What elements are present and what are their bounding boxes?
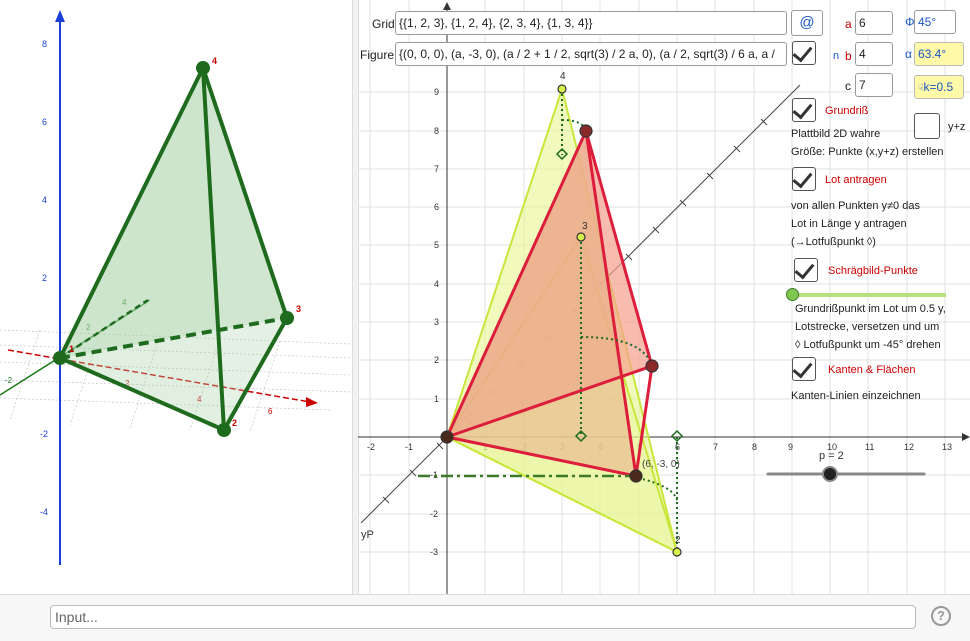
y-axis-tick: 3 xyxy=(434,317,439,327)
y-tick: -2 xyxy=(5,376,13,385)
vertex-label: 4 xyxy=(212,56,217,66)
param-b-input[interactable]: 4 xyxy=(855,42,893,66)
param-b-label: b xyxy=(845,49,852,63)
z-tick: 2 xyxy=(42,273,47,283)
checkmark-icon xyxy=(792,357,813,379)
input-bar-area: Input... ? xyxy=(0,594,970,641)
x-axis-tick: 8 xyxy=(752,442,757,452)
point-label: 2 xyxy=(675,535,681,546)
param-c-label: c xyxy=(845,79,851,93)
k-value: k=0.5 xyxy=(923,80,954,94)
param-c-input[interactable]: 7 xyxy=(855,73,893,97)
grid-input[interactable]: {{1, 2, 3}, {1, 2, 4}, {2, 3, 4}, {1, 3,… xyxy=(395,11,787,35)
x-axis-tick: 13 xyxy=(942,442,952,452)
y-axis-tick: -2 xyxy=(430,509,438,519)
x-axis-tick: 9 xyxy=(788,442,793,452)
x-axis-tick: 7 xyxy=(713,442,718,452)
graphics-3d-view[interactable]: 8 6 4 2 -2 -4 2 4 6 -2 2 4 1 4 3 2 xyxy=(0,0,352,594)
point-label: 4 xyxy=(560,71,566,82)
checkbox-n[interactable] xyxy=(792,41,816,65)
x-axis-tick: 11 xyxy=(865,442,874,452)
checkbox-yz[interactable] xyxy=(914,113,940,139)
figure-input[interactable]: {(0, 0, 0), (a, -3, 0), (a / 2 + 1 / 2, … xyxy=(395,42,787,66)
yz-label: y+z xyxy=(948,121,966,133)
vertex-label: 3 xyxy=(296,304,301,314)
y-axis-tick: 6 xyxy=(434,202,439,212)
axis-label-yp: yP xyxy=(361,529,374,541)
x-tick: 6 xyxy=(268,407,273,416)
grundriss-desc: Plattbild 2D wahre xyxy=(791,128,881,140)
x-axis-tick: 12 xyxy=(904,442,914,452)
help-icon[interactable]: ? xyxy=(931,606,951,626)
y-axis-tick: -3 xyxy=(430,547,438,557)
lot-desc: (→Lotfußpunkt ◊) xyxy=(791,236,876,248)
schraegbild-label: Schrägbild-Punkte xyxy=(828,265,918,277)
schraegbild-slider[interactable] xyxy=(792,293,946,297)
vertex-label: 2 xyxy=(232,418,237,428)
point-label: (6, -3, 0) xyxy=(642,459,680,470)
param-a-label: a xyxy=(845,17,852,31)
checkmark-icon xyxy=(792,167,813,189)
alpha-label: α xyxy=(905,47,912,61)
k-input[interactable]: ☟k=0.5 xyxy=(914,75,964,99)
z-tick: 8 xyxy=(42,39,47,49)
z-tick: 4 xyxy=(42,195,47,205)
schraeg-desc: Grundrißpunkt im Lot um 0.5 y, xyxy=(795,303,946,315)
slider-p-knob[interactable] xyxy=(822,466,838,482)
lot-desc: von allen Punkten y≠0 das xyxy=(791,200,920,212)
tetra-face xyxy=(60,68,224,430)
kanten-label: Kanten & Flächen xyxy=(828,364,916,376)
phi-input[interactable]: 45° xyxy=(914,10,956,34)
y-axis-tick: 2 xyxy=(434,355,439,365)
checkbox-grundriss[interactable] xyxy=(792,98,816,122)
vertex-label: 1 xyxy=(69,344,74,354)
schraeg-desc: Lotstrecke, versetzen und um xyxy=(795,321,940,333)
y-axis-tick: 1 xyxy=(434,394,439,404)
checkbox-kanten[interactable] xyxy=(792,357,816,381)
checkmark-icon xyxy=(792,41,813,63)
checkbox-lot[interactable] xyxy=(792,167,816,191)
checkmark-icon xyxy=(794,258,815,280)
algebra-input[interactable]: Input... xyxy=(50,605,916,629)
x-axis-tick: -1 xyxy=(405,442,413,452)
checkmark-icon xyxy=(792,98,813,120)
alpha-input[interactable]: 63.4° xyxy=(914,42,964,66)
grundriss-label: Grundriß xyxy=(825,105,869,117)
y-axis-tick: 9 xyxy=(434,87,439,97)
grid-label: Grid xyxy=(372,17,395,31)
kanten-desc: Kanten-Linien einzeichnen xyxy=(791,390,921,402)
y-axis-tick: 5 xyxy=(434,240,439,250)
slider-p-label: p = 2 xyxy=(819,450,844,462)
at-button[interactable]: @ xyxy=(791,10,823,36)
grundriss-desc: Größe: Punkte (x,y+z) erstellen xyxy=(791,146,944,158)
lot-label: Lot antragen xyxy=(825,174,887,186)
y-axis-tick: 8 xyxy=(434,126,439,136)
param-a-input[interactable]: 6 xyxy=(855,11,893,35)
z-tick: -4 xyxy=(40,507,48,517)
y-axis-tick: 7 xyxy=(434,164,439,174)
checkbox-schraegbild[interactable] xyxy=(794,258,818,282)
z-tick: 6 xyxy=(42,117,47,127)
y-axis-tick: 4 xyxy=(434,279,439,289)
point-label: 3 xyxy=(582,221,588,232)
z-tick: -2 xyxy=(40,429,48,439)
lot-desc: Lot in Länge y antragen xyxy=(791,218,907,230)
x-axis-tick: -2 xyxy=(367,442,375,452)
figure-label: Figure xyxy=(360,48,395,62)
param-n-label: n xyxy=(833,50,840,62)
schraeg-desc: ◊ Lotfußpunkt um -45° drehen xyxy=(795,339,941,351)
